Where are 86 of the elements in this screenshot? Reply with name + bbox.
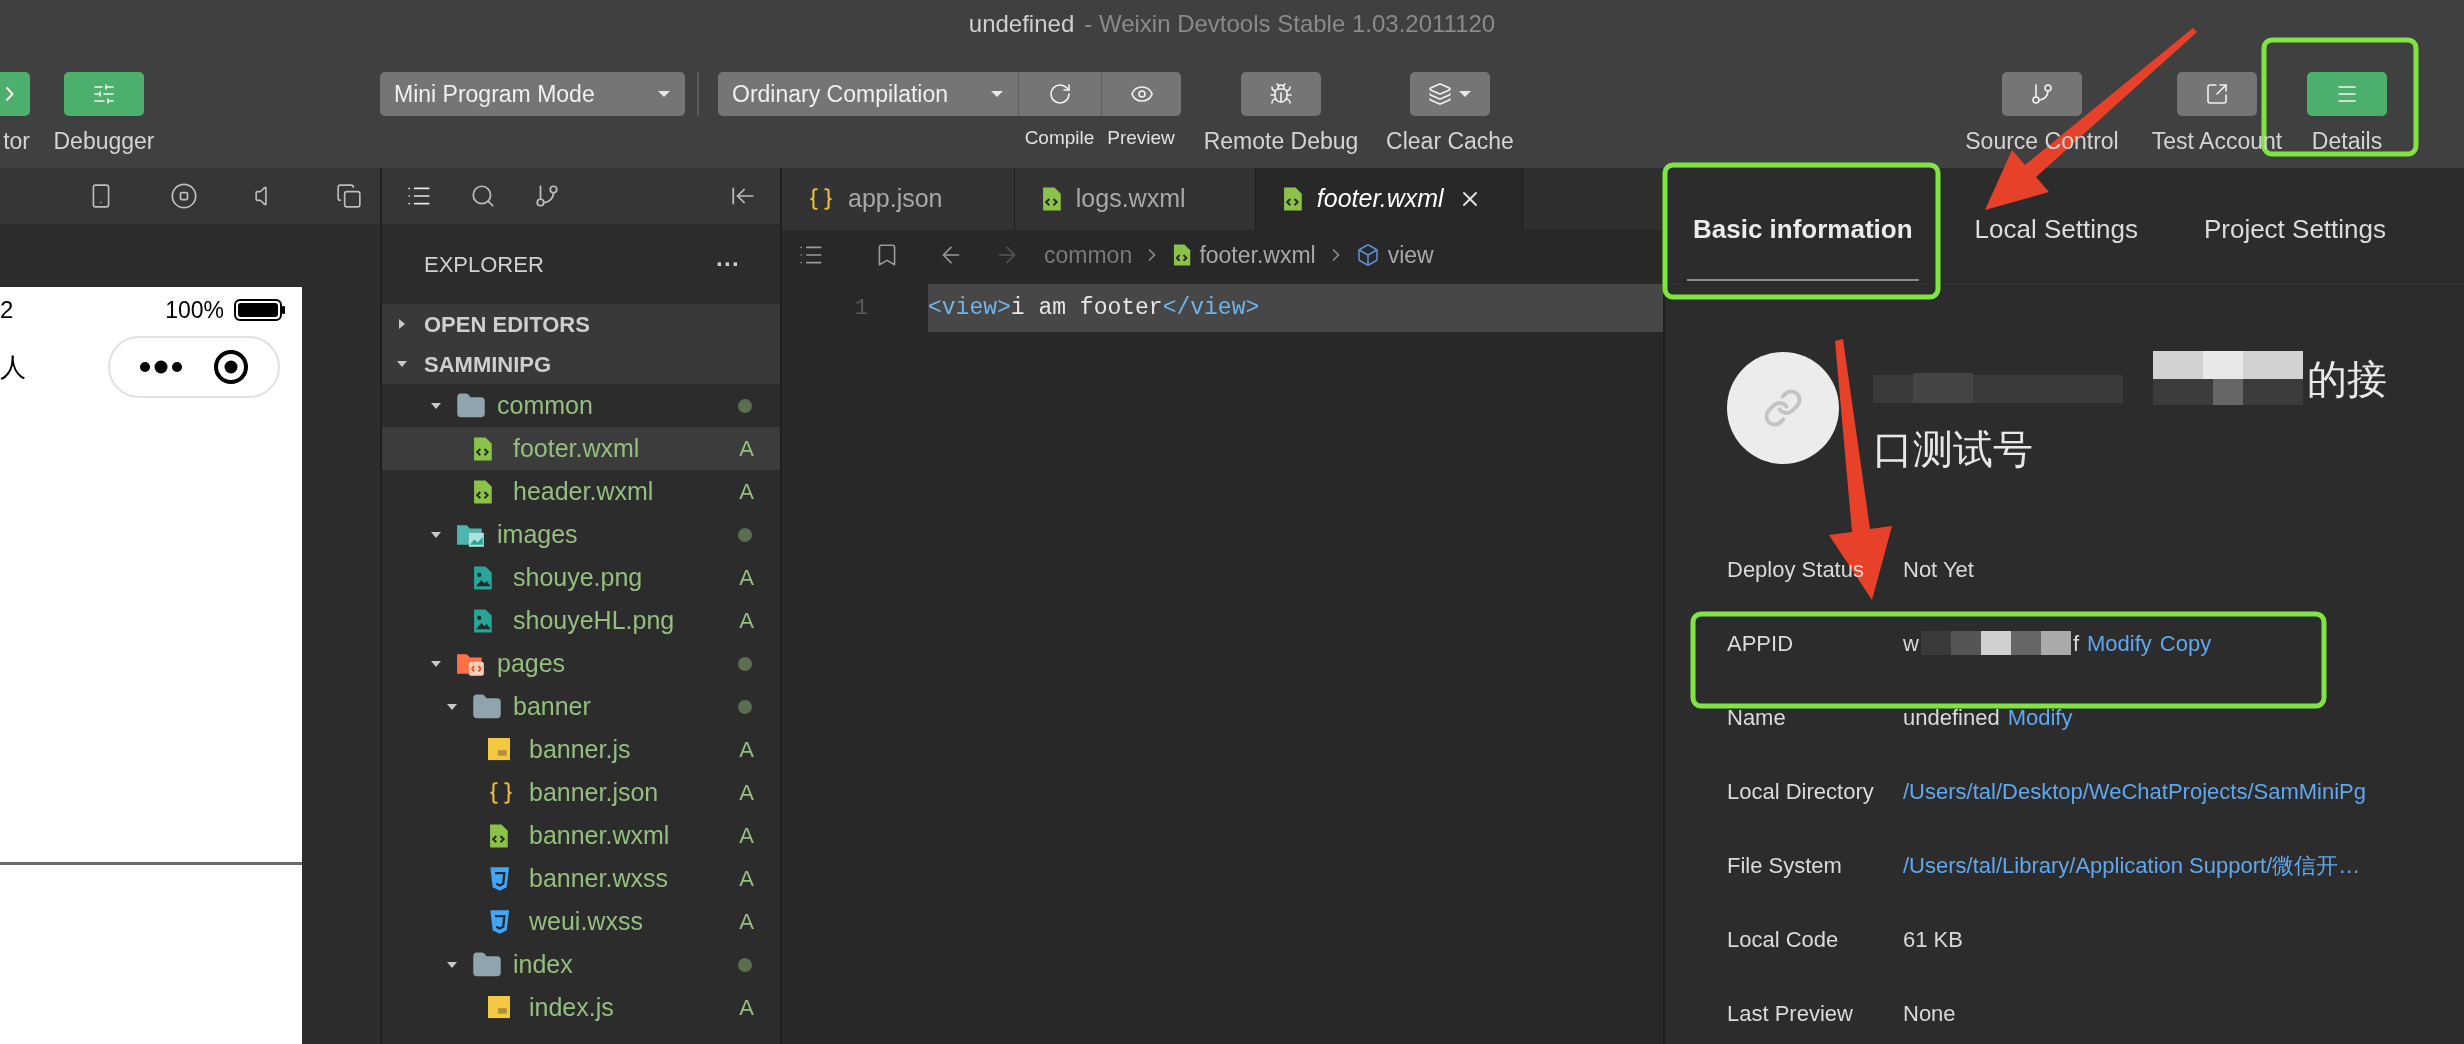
file-row[interactable]: banner.wxml A — [382, 814, 780, 857]
file-name: header.wxml — [513, 475, 654, 507]
file-row[interactable]: banner.wxss A — [382, 857, 780, 900]
toolbar-label: Clear Cache — [1386, 127, 1514, 156]
editor-tab[interactable]: app.json — [782, 168, 1015, 230]
folder-row[interactable]: banner — [382, 685, 780, 728]
toolbar-label: Preview — [1107, 126, 1175, 150]
file-name: shouyeHL.png — [513, 604, 675, 636]
info-value: None — [1903, 999, 1956, 1028]
path-link[interactable]: /Users/tal/Library/Application Support/微信开… — [1903, 848, 2361, 882]
nav-title: 人 — [0, 350, 26, 384]
path-link[interactable]: /Users/tal/Desktop/WeChatProjects/SamMiniPg — [1903, 774, 2366, 808]
file-name: shouye.png — [513, 561, 643, 593]
folder-name: common — [497, 389, 593, 421]
git-status: A — [739, 865, 754, 893]
action-link[interactable]: Modify — [2087, 626, 2152, 660]
window-title: undefined — [968, 9, 1075, 39]
info-value: Not Yet — [1903, 555, 1974, 584]
git-status: A — [739, 607, 754, 635]
git-status: A — [739, 822, 754, 850]
git-status: A — [739, 564, 754, 592]
folder-row[interactable]: index — [382, 943, 780, 986]
more-menu[interactable]: ··· — [716, 246, 740, 282]
info-label: APPID — [1727, 630, 1794, 656]
mode-dropdown[interactable]: Mini Program Mode — [380, 72, 685, 116]
folder-row[interactable]: common — [382, 384, 780, 427]
breadcrumb-item[interactable]: common — [1044, 237, 1133, 273]
git-status: A — [739, 478, 754, 506]
toolbar-label: Compile — [1024, 126, 1095, 150]
editor-tab[interactable]: footer.wxml — [1256, 168, 1523, 230]
file-name: index.js — [529, 991, 614, 1023]
section-header[interactable]: OPEN EDITORS — [382, 304, 780, 344]
file-row[interactable]: weui.wxss A — [382, 900, 780, 943]
details-tab[interactable]: Basic information — [1687, 210, 1919, 281]
file-name: banner.js — [529, 733, 631, 765]
app-name: 口测试号 — [1873, 426, 2033, 473]
git-status: A — [739, 435, 754, 463]
git-status: A — [739, 779, 754, 807]
file-row[interactable]: header.wxml A — [382, 470, 780, 513]
section-header[interactable]: SAMMINIPG — [382, 344, 780, 384]
folder-name: index — [513, 948, 573, 980]
info-label: Last Preview — [1727, 1000, 1853, 1026]
info-value: w — [1903, 629, 1919, 658]
folder-name: banner — [513, 690, 591, 722]
folder-name: pages — [497, 647, 566, 679]
details-tab[interactable]: Local Settings — [1968, 210, 2144, 281]
info-label: Name — [1727, 704, 1786, 730]
git-status: A — [739, 908, 754, 936]
folder-name: images — [497, 518, 578, 550]
battery-level: 100% — [165, 295, 224, 325]
file-row[interactable]: banner.js A — [382, 728, 780, 771]
editor-tab[interactable]: logs.wxml — [1015, 168, 1256, 230]
toolbar-label: Remote Debug — [1203, 127, 1359, 156]
file-name: banner.json — [529, 776, 659, 808]
folder-row[interactable]: pages — [382, 642, 780, 685]
status-time: 2 — [0, 295, 14, 325]
info-value: 61 KB — [1903, 925, 1963, 954]
folder-row[interactable]: images — [382, 513, 780, 556]
toolbar-label: Debugger — [53, 127, 155, 156]
toolbar-label: tor — [3, 127, 30, 156]
toolbar-label: Details — [2311, 127, 2383, 156]
breadcrumb-item[interactable]: view — [1387, 237, 1434, 273]
file-name: footer.wxml — [513, 432, 640, 464]
git-status: A — [739, 736, 754, 764]
file-row[interactable]: shouye.png A — [382, 556, 780, 599]
details-tab[interactable]: Project Settings — [2197, 210, 2392, 281]
info-value: undefined — [1903, 703, 2000, 732]
info-label: File System — [1727, 852, 1842, 878]
compile-dropdown[interactable]: Ordinary Compilation — [718, 72, 1018, 116]
file-name: banner.wxml — [529, 819, 670, 851]
git-status: A — [739, 994, 754, 1022]
file-row[interactable]: footer.wxml A — [382, 427, 780, 470]
action-link[interactable]: Modify — [2007, 700, 2073, 734]
file-row[interactable]: index.js A — [382, 986, 780, 1029]
info-label: Local Directory — [1727, 778, 1874, 804]
file-row[interactable]: shouyeHL.png A — [382, 599, 780, 642]
window-subtitle: - Weixin Devtools Stable 1.03.2011120 — [1084, 9, 1496, 39]
file-name: weui.wxss — [529, 905, 643, 937]
explorer-heading: EXPLORER — [424, 250, 544, 279]
app-name: 的接 — [2307, 356, 2387, 403]
breadcrumb-item[interactable]: footer.wxml — [1199, 237, 1316, 273]
action-link[interactable]: Copy — [2159, 626, 2212, 660]
info-label: Local Code — [1727, 926, 1839, 952]
file-row[interactable]: banner.json A — [382, 771, 780, 814]
file-name: banner.wxss — [529, 862, 668, 894]
info-value: f — [2072, 629, 2079, 658]
